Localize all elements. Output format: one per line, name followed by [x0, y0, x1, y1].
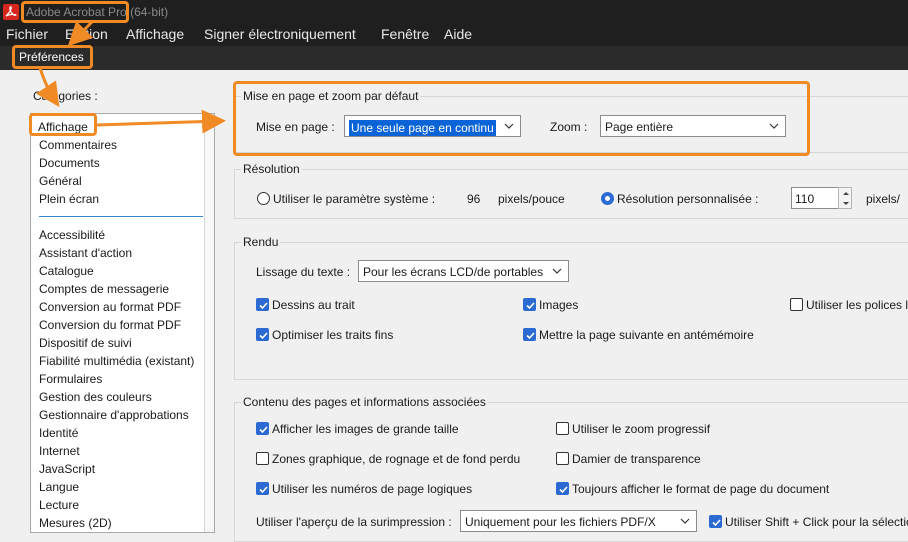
checkbox-shift-click[interactable] [709, 515, 722, 528]
custom-resolution-unit: pixels/ [866, 192, 901, 206]
custom-resolution-radio[interactable] [601, 192, 614, 205]
chevron-down-icon [552, 268, 562, 274]
checkbox-smooth-zoom[interactable] [556, 422, 569, 435]
rendu-title: Rendu [241, 235, 281, 249]
page-size-label: Toujours afficher le format de page du d… [572, 482, 830, 496]
custom-resolution-input[interactable]: 110 [791, 187, 839, 209]
chevron-up-icon[interactable] [842, 190, 850, 197]
checkbox-transparency-grid[interactable] [556, 452, 569, 465]
checkbox-images[interactable] [523, 298, 536, 311]
system-resolution-value: 96 [467, 192, 481, 206]
arrow-affichage-to-layout [96, 109, 226, 134]
arrow-prefs-to-affichage [36, 67, 60, 107]
highlight-layout-zoom [233, 81, 810, 156]
images-label: Images [539, 298, 579, 312]
resolution-stepper[interactable] [838, 187, 852, 209]
smoothing-value: Pour les écrans LCD/de portables [363, 265, 544, 279]
custom-resolution-label: Résolution personnalisée : [617, 192, 759, 206]
transparency-grid-label: Damier de transparence [572, 452, 701, 466]
system-resolution-unit: pixels/pouce [498, 192, 565, 206]
resolution-title: Résolution [241, 162, 302, 176]
chevron-down-icon[interactable] [842, 200, 850, 207]
line-art-label: Dessins au trait [272, 298, 355, 312]
checkbox-thin-lines[interactable] [256, 328, 269, 341]
art-trim-bleed-label: Zones graphique, de rognage et de fond p… [272, 452, 521, 466]
arrow-title-to-prefs [67, 20, 94, 47]
overprint-select[interactable]: Uniquement pour les fichiers PDF/X [460, 510, 697, 532]
smoothing-label: Lissage du texte : [256, 265, 351, 279]
local-fonts-label: Utiliser les polices lo [806, 298, 908, 312]
checkbox-large-images[interactable] [256, 422, 269, 435]
system-resolution-radio[interactable] [257, 192, 270, 205]
thin-lines-label: Optimiser les traits fins [272, 328, 394, 342]
large-images-label: Afficher les images de grande taille [272, 422, 459, 436]
checkbox-line-art[interactable] [256, 298, 269, 311]
system-resolution-label: Utiliser le paramètre système : [273, 192, 436, 206]
smoothing-select[interactable]: Pour les écrans LCD/de portables [358, 260, 569, 282]
cache-next-page-label: Mettre la page suivante en antémémoire [539, 328, 754, 342]
checkbox-page-size[interactable] [556, 482, 569, 495]
checkbox-cache-next-page[interactable] [523, 328, 536, 341]
checkbox-logical-pages[interactable] [256, 482, 269, 495]
contenu-title: Contenu des pages et informations associ… [241, 395, 488, 409]
custom-resolution-value: 110 [795, 192, 815, 206]
logical-pages-label: Utiliser les numéros de page logiques [272, 482, 473, 496]
checkbox-art-trim-bleed[interactable] [256, 452, 269, 465]
checkbox-local-fonts[interactable] [790, 298, 803, 311]
smooth-zoom-label: Utiliser le zoom progressif [572, 422, 711, 436]
chevron-down-icon [680, 518, 690, 524]
